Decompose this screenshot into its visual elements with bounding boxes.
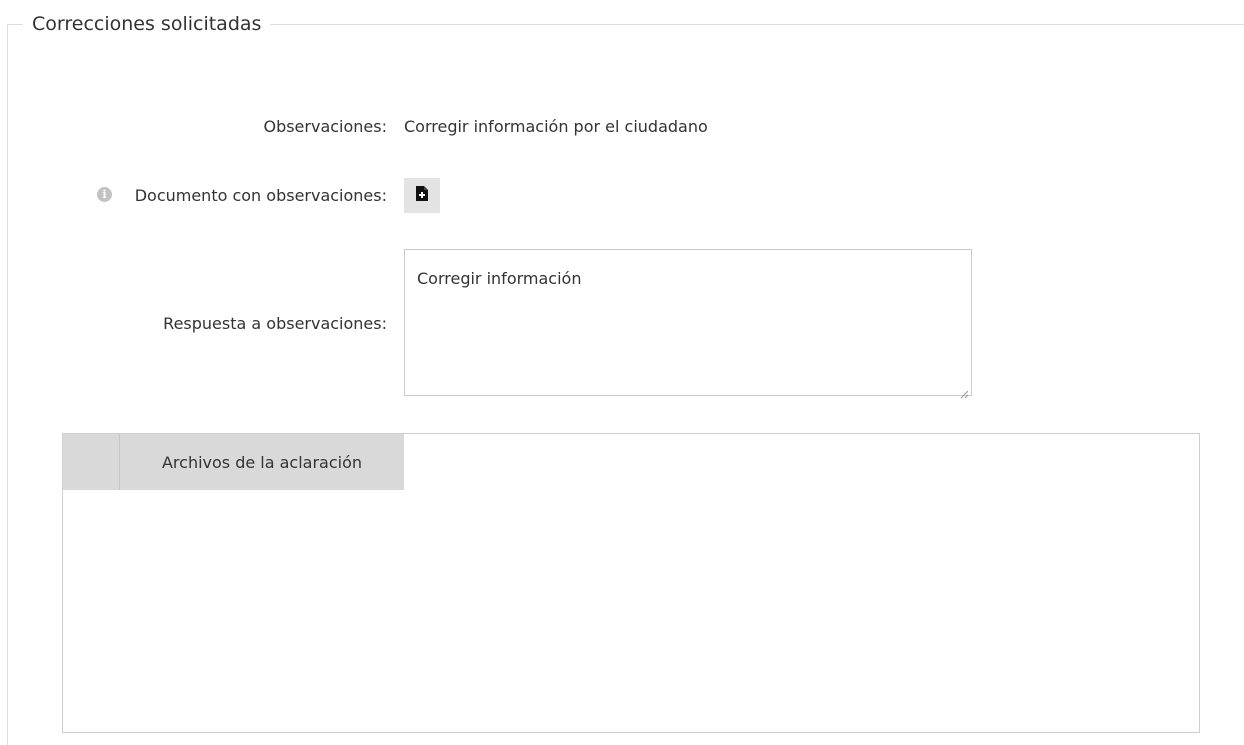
info-icon[interactable]: i [97, 187, 112, 202]
archivos-header-title: Archivos de la aclaración [120, 434, 404, 490]
respuesta-textarea[interactable]: Corregir información [404, 249, 972, 399]
archivos-select-column [63, 434, 120, 490]
archivos-table-header: Archivos de la aclaración [63, 434, 404, 490]
download-document-button[interactable] [404, 178, 440, 213]
archivos-panel: Archivos de la aclaración [62, 433, 1200, 733]
observaciones-label: Observaciones: [263, 117, 387, 136]
respuesta-text: Corregir información [417, 269, 582, 288]
observaciones-value: Corregir información por el ciudadano [404, 117, 708, 136]
file-download-icon [416, 186, 428, 205]
resize-handle-icon[interactable] [960, 384, 969, 399]
documento-label: Documento con observaciones: [134, 186, 387, 205]
section-title: Correcciones solicitadas [23, 12, 271, 36]
respuesta-label: Respuesta a observaciones: [163, 314, 387, 333]
